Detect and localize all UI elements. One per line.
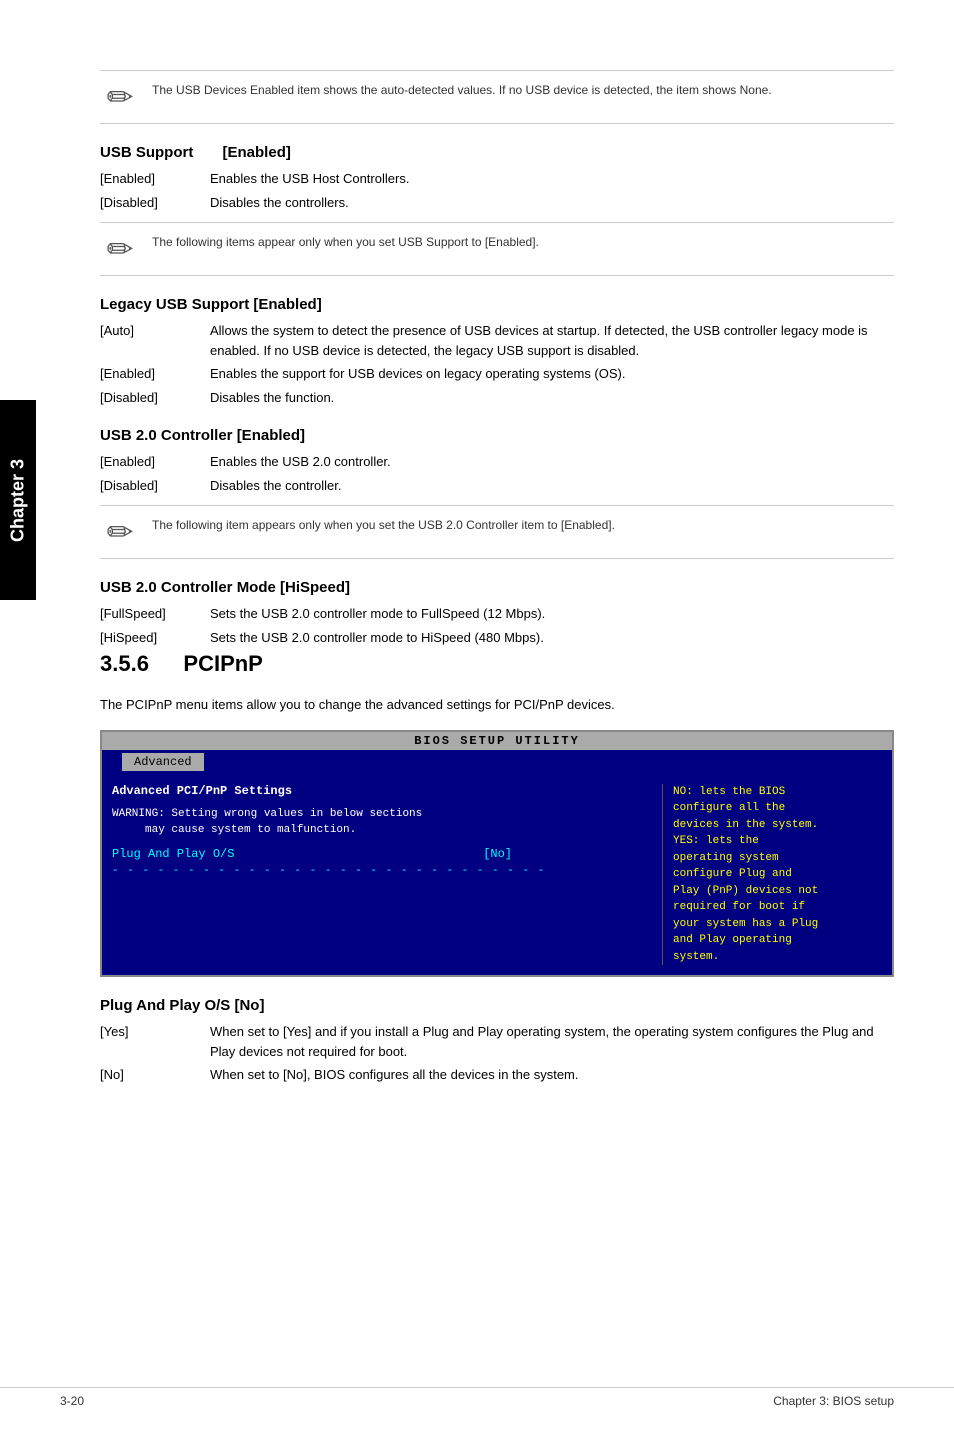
usb-support-heading: USB Support [Enabled] [100,144,894,161]
usb-support-label: USB Support [100,144,193,161]
usb-support-enabled-label: [Enabled] [100,169,210,189]
note-text-2: The following items appear only when you… [152,233,539,251]
usb-support-disabled-label: [Disabled] [100,193,210,213]
note-icon-3: ✏ [100,516,140,548]
legacy-usb-label: Legacy USB Support [Enabled] [100,296,322,313]
bios-nav: Advanced [102,750,892,774]
note-icon-1: ✏ [100,81,140,113]
bios-setting-name: Plug And Play O/S [112,847,234,861]
usb-support-disabled-desc: Disables the controllers. [210,193,894,213]
chapter-sidebar: Chapter 3 [0,400,36,600]
usb20-hispeed-row: [HiSpeed] Sets the USB 2.0 controller mo… [100,628,894,648]
usb20-disabled-desc: Disables the controller. [210,476,894,496]
chapter-label: Chapter 3 [8,458,29,541]
bios-content: Advanced PCI/PnP Settings WARNING: Setti… [102,774,892,976]
bios-dashes: - - - - - - - - - - - - - - - - - - - - … [112,865,652,877]
bios-setting-plugplay: Plug And Play O/S [No] [112,847,652,861]
footer-chapter: Chapter 3: BIOS setup [773,1394,894,1408]
section-number: 3.5.6 [100,651,149,677]
footer-page-num: 3-20 [60,1394,84,1408]
bios-screen: BIOS SETUP UTILITY Advanced Advanced PCI… [100,730,894,978]
bios-setting-value: [No] [483,847,512,861]
legacy-disabled-row: [Disabled] Disables the function. [100,388,894,408]
note-icon-2: ✏ [100,233,140,265]
plugplay-no-desc: When set to [No], BIOS configures all th… [210,1065,894,1085]
usb20-enabled-desc: Enables the USB 2.0 controller. [210,452,894,472]
bios-section-title: Advanced PCI/PnP Settings [112,784,652,798]
usb20-disabled-label: [Disabled] [100,476,210,496]
section-intro: The PCIPnP menu items allow you to chang… [100,695,894,716]
plugplay-yes-label: [Yes] [100,1022,210,1061]
footer: 3-20 Chapter 3: BIOS setup [0,1387,954,1408]
usb20-fullspeed-label: [FullSpeed] [100,604,210,624]
usb-support-disabled-row: [Disabled] Disables the controllers. [100,193,894,213]
usb20-disabled-row: [Disabled] Disables the controller. [100,476,894,496]
plugplay-label: Plug And Play O/S [No] [100,997,264,1014]
note-text-3: The following item appears only when you… [152,516,615,534]
legacy-auto-desc: Allows the system to detect the presence… [210,321,894,360]
section-356-header: 3.5.6 PCIPnP [100,651,894,687]
bios-title: BIOS SETUP UTILITY [102,732,892,750]
usb-support-enabled-row: [Enabled] Enables the USB Host Controlle… [100,169,894,189]
legacy-enabled-label: [Enabled] [100,364,210,384]
plugplay-yes-desc: When set to [Yes] and if you install a P… [210,1022,894,1061]
usb20-label: USB 2.0 Controller [Enabled] [100,427,305,444]
usb-support-enabled-desc: Enables the USB Host Controllers. [210,169,894,189]
bios-nav-advanced[interactable]: Advanced [122,753,204,771]
legacy-disabled-desc: Disables the function. [210,388,894,408]
bios-help-panel: NO: lets the BIOSconfigure all thedevice… [662,784,882,966]
usb20-hispeed-desc: Sets the USB 2.0 controller mode to HiSp… [210,628,894,648]
legacy-enabled-row: [Enabled] Enables the support for USB de… [100,364,894,384]
legacy-auto-row: [Auto] Allows the system to detect the p… [100,321,894,360]
legacy-usb-heading: Legacy USB Support [Enabled] [100,296,894,313]
usb20-heading: USB 2.0 Controller [Enabled] [100,427,894,444]
legacy-auto-label: [Auto] [100,321,210,360]
usb20-enabled-row: [Enabled] Enables the USB 2.0 controller… [100,452,894,472]
usb-support-value: [Enabled] [223,144,291,161]
section-title: PCIPnP [183,651,262,677]
usb20-mode-heading: USB 2.0 Controller Mode [HiSpeed] [100,579,894,596]
plugplay-no-label: [No] [100,1065,210,1085]
plugplay-no-row: [No] When set to [No], BIOS configures a… [100,1065,894,1085]
bios-left-panel: Advanced PCI/PnP Settings WARNING: Setti… [112,784,662,966]
usb20-fullspeed-desc: Sets the USB 2.0 controller mode to Full… [210,604,894,624]
page: Chapter 3 ✏ The USB Devices Enabled item… [0,0,954,1438]
plugplay-yes-row: [Yes] When set to [Yes] and if you insta… [100,1022,894,1061]
note-text-1: The USB Devices Enabled item shows the a… [152,81,772,99]
note-usb-support: ✏ The following items appear only when y… [100,222,894,276]
usb20-hispeed-label: [HiSpeed] [100,628,210,648]
legacy-enabled-desc: Enables the support for USB devices on l… [210,364,894,384]
plugplay-heading: Plug And Play O/S [No] [100,997,894,1014]
bios-warning: WARNING: Setting wrong values in below s… [112,806,652,839]
usb20-mode-label: USB 2.0 Controller Mode [HiSpeed] [100,579,350,596]
usb20-fullspeed-row: [FullSpeed] Sets the USB 2.0 controller … [100,604,894,624]
legacy-disabled-label: [Disabled] [100,388,210,408]
note-usb-devices: ✏ The USB Devices Enabled item shows the… [100,70,894,124]
usb20-enabled-label: [Enabled] [100,452,210,472]
section-356: 3.5.6 PCIPnP The PCIPnP menu items allow… [100,651,894,716]
note-usb20: ✏ The following item appears only when y… [100,505,894,559]
